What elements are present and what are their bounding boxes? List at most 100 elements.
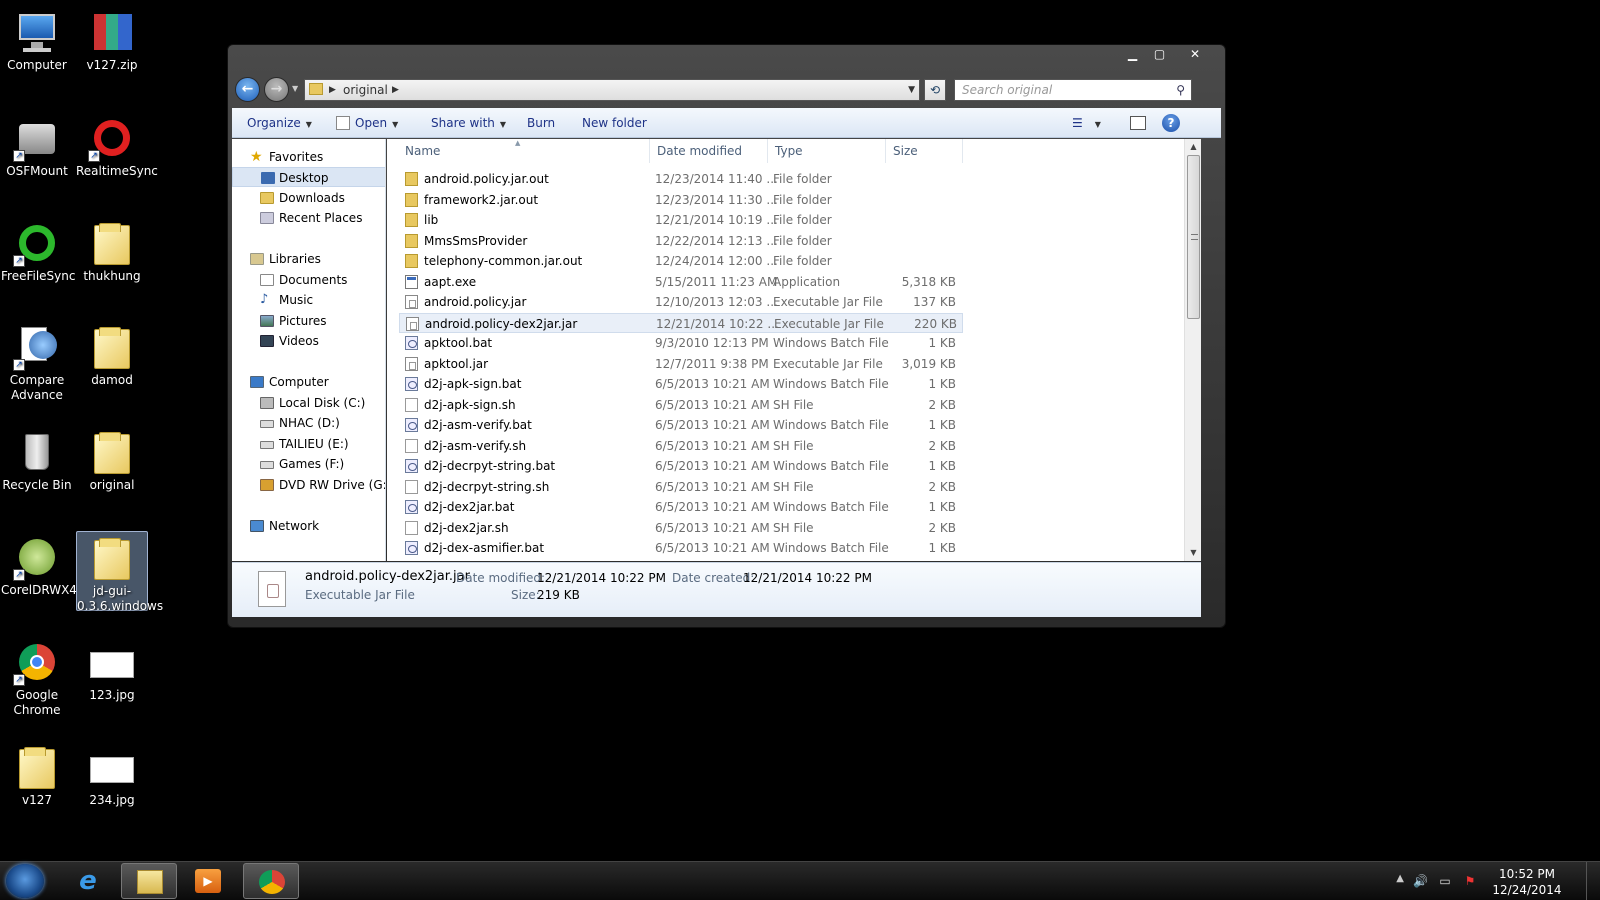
nav-computer[interactable]: Computer	[232, 372, 385, 392]
close-button[interactable]: ✕	[1173, 46, 1217, 64]
open-button[interactable]: Open ▼	[336, 108, 398, 138]
file-row[interactable]: apktool.jar 12/7/2011 9:38 PM Executable J…	[399, 354, 963, 374]
file-row[interactable]: d2j-asm-verify.bat 6/5/2013 10:21 AM Windo…	[399, 415, 963, 435]
show-hidden-icons-icon[interactable]: ▲	[1396, 873, 1404, 884]
desktop-icon-original[interactable]: original	[76, 426, 148, 493]
organize-button[interactable]: Organize ▼	[247, 108, 312, 138]
desktop-icon-freefilesync[interactable]: ↗ FreeFileSync	[1, 217, 75, 284]
column-header-name[interactable]: Name	[399, 139, 650, 163]
nav-item-videos[interactable]: Videos	[232, 331, 385, 351]
file-row[interactable]: d2j-apk-sign.sh 6/5/2013 10:21 AM SH File 2…	[399, 395, 963, 415]
nav-item-downloads[interactable]: Downloads	[232, 188, 385, 208]
desktop-icon-thukhung[interactable]: thukhung	[76, 217, 148, 284]
nav-item-desktop[interactable]: Desktop	[232, 167, 385, 187]
share-with-button[interactable]: Share with ▼	[431, 108, 506, 138]
file-date-modified: 6/5/2013 10:21 AM	[655, 520, 770, 535]
network-icon[interactable]: ▭	[1438, 874, 1452, 888]
show-desktop-button[interactable]	[1586, 862, 1600, 900]
scrollbar-thumb[interactable]	[1187, 155, 1200, 319]
nav-item-documents[interactable]: Documents	[232, 270, 385, 290]
arrow-right-icon: →	[270, 81, 283, 97]
desktop-icon-realtimesync[interactable]: ↗ RealtimeSync	[76, 112, 158, 179]
nav-favorites[interactable]: ★ Favorites	[232, 147, 385, 167]
nav-item-games-f[interactable]: Games (F:)	[232, 454, 385, 474]
maximize-button[interactable]: ▢	[1146, 46, 1173, 64]
file-row[interactable]: d2j-decrpyt-string.sh 6/5/2013 10:21 AM SH…	[399, 477, 963, 497]
file-row[interactable]: d2j-dex2jar.sh 6/5/2013 10:21 AM SH File 2 …	[399, 518, 963, 538]
file-row[interactable]: d2j-dex2jar.bat 6/5/2013 10:21 AM Windows …	[399, 497, 963, 517]
file-row[interactable]: apktool.bat 9/3/2010 12:13 PM Windows Batc…	[399, 333, 963, 353]
nav-item-nhac-d[interactable]: NHAC (D:)	[232, 413, 385, 433]
search-icon[interactable]: ⚲	[1176, 80, 1185, 100]
sh-file-icon	[405, 479, 418, 494]
volume-icon[interactable]: 🔊	[1413, 874, 1428, 888]
taskbar-internet-explorer[interactable]: e	[60, 863, 116, 899]
action-center-flag-icon[interactable]: ⚑	[1463, 874, 1477, 888]
file-row[interactable]: lib 12/21/2014 10:19 ... File folder	[399, 210, 963, 230]
burn-button[interactable]: Burn	[527, 108, 555, 138]
nav-item-dvd-drive-g[interactable]: DVD RW Drive (G:) S	[232, 475, 385, 495]
batch-file-icon	[405, 418, 418, 432]
start-button[interactable]	[6, 864, 44, 898]
nav-item-recent-places[interactable]: Recent Places	[232, 208, 385, 228]
file-list[interactable]: Name ▲ Date modified Type Size android.p…	[387, 139, 1184, 561]
column-header-date-modified[interactable]: Date modified	[651, 139, 768, 163]
desktop-icon-osfmount[interactable]: ↗ OSFMount	[1, 112, 73, 179]
nav-item-pictures[interactable]: Pictures	[232, 311, 385, 331]
back-button[interactable]: ←	[235, 77, 260, 102]
new-folder-button[interactable]: New folder	[582, 108, 647, 138]
desktop-icon-234-jpg[interactable]: 234.jpg	[76, 741, 148, 808]
preview-pane-button[interactable]	[1130, 116, 1146, 130]
nav-libraries[interactable]: Libraries	[232, 249, 385, 269]
file-row[interactable]: android.policy.jar.out 12/23/2014 11:40 .…	[399, 169, 963, 189]
column-header-type[interactable]: Type	[769, 139, 886, 163]
file-row[interactable]: framework2.jar.out 12/23/2014 11:30 ... Fi…	[399, 190, 963, 210]
file-row[interactable]: d2j-dex-asmifier.bat 6/5/2013 10:21 AM Win…	[399, 538, 963, 558]
taskbar-media-player[interactable]: ▶	[180, 863, 236, 899]
help-button[interactable]: ?	[1162, 114, 1180, 132]
file-row[interactable]: d2j-decrpyt-string.bat 6/5/2013 10:21 AM W…	[399, 456, 963, 476]
file-name: d2j-decrpyt-string.bat	[424, 459, 556, 473]
desktop-icon-recycle-bin[interactable]: Recycle Bin	[1, 426, 73, 493]
desktop-icon-damod[interactable]: damod	[76, 321, 148, 388]
nav-network[interactable]: Network	[232, 516, 385, 536]
desktop-icon-compare-advance[interactable]: ↗ Compare Advance	[1, 321, 73, 403]
column-header-size[interactable]: Size	[887, 139, 963, 163]
address-bar[interactable]: ▶ original ▶ ▼	[304, 79, 920, 101]
file-row[interactable]: android.policy-dex2jar.jar 12/21/2014 10:…	[399, 312, 963, 333]
breadcrumb-chevron-icon[interactable]: ▶	[392, 80, 399, 100]
taskbar-google-chrome[interactable]	[243, 863, 299, 899]
desktop-icon-123-jpg[interactable]: 123.jpg	[76, 636, 148, 703]
nav-item-local-disk-c[interactable]: Local Disk (C:)	[232, 393, 385, 413]
vertical-scrollbar[interactable]: ▲ ▼	[1184, 139, 1201, 561]
desktop-icon-v127[interactable]: v127	[1, 741, 73, 808]
change-view-button[interactable]: ☰ ▼	[1072, 108, 1101, 138]
clock[interactable]: 10:52 PM 12/24/2014	[1492, 866, 1562, 898]
file-row[interactable]: telephony-common.jar.out 12/24/2014 12:00…	[399, 251, 963, 271]
desktop-icon-v127-zip[interactable]: v127.zip	[76, 6, 148, 73]
forward-button[interactable]: →	[264, 77, 289, 102]
search-input[interactable]: Search original ⚲	[954, 79, 1192, 101]
desktop-icon-google-chrome[interactable]: ↗ Google Chrome	[1, 636, 73, 718]
refresh-button[interactable]: ⟲	[924, 79, 946, 101]
nav-item-music[interactable]: ♪ Music	[232, 290, 385, 310]
breadcrumb-chevron-icon[interactable]: ▶	[329, 80, 336, 100]
file-row[interactable]: android.policy.jar 12/10/2013 12:03 ... Ex…	[399, 292, 963, 312]
scroll-up-icon[interactable]: ▲	[1185, 139, 1202, 155]
desktop-icon-jd-gui[interactable]: jd-gui-0.3.6.windows	[76, 531, 163, 613]
scroll-down-icon[interactable]: ▼	[1185, 545, 1202, 561]
file-row[interactable]: d2j-asm-verify.sh 6/5/2013 10:21 AM SH Fil…	[399, 436, 963, 456]
breadcrumb-original[interactable]: original	[343, 80, 388, 100]
file-row[interactable]: d2j-apk-sign.bat 6/5/2013 10:21 AM Windows…	[399, 374, 963, 394]
address-dropdown-icon[interactable]: ▼	[908, 80, 915, 100]
nav-item-tailieu-e[interactable]: TAILIEU (E:)	[232, 434, 385, 454]
desktop-icon-computer[interactable]: Computer	[1, 6, 73, 73]
minimize-button[interactable]: ▁	[1119, 46, 1146, 64]
desktop-icon-coreldrwx4[interactable]: ↗ CorelDRWX4	[1, 531, 77, 598]
file-row[interactable]: MmsSmsProvider 12/22/2014 12:13 ... File f…	[399, 231, 963, 251]
recent-pages-dropdown[interactable]: ▼	[292, 84, 298, 93]
explorer-window[interactable]: ▁ ▢ ✕ ← → ▼ ▶ original ▶ ▼ ⟲ Search orig…	[227, 44, 1226, 628]
file-type: Windows Batch File	[773, 418, 889, 432]
file-row[interactable]: aapt.exe 5/15/2011 11:23 AM Application 5,3…	[399, 272, 963, 292]
taskbar-windows-explorer[interactable]	[121, 863, 177, 899]
